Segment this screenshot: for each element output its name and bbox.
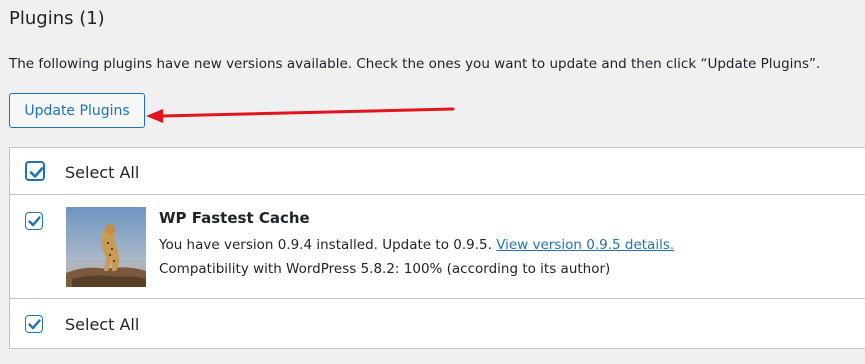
plugins-update-table: Select All WP Fastest Cache You have ver… <box>9 147 865 349</box>
checkmark-icon <box>28 319 41 330</box>
plugin-version-text: You have version 0.9.4 installed. Update… <box>159 237 497 253</box>
update-description: The following plugins have new versions … <box>9 56 821 72</box>
plugin-checkbox[interactable] <box>25 212 43 230</box>
update-plugins-button[interactable]: Update Plugins <box>9 93 145 128</box>
plugin-name: WP Fastest Cache <box>159 209 310 227</box>
plugin-version-info: You have version 0.9.4 installed. Update… <box>159 237 674 253</box>
plugin-row: WP Fastest Cache You have version 0.9.4 … <box>10 195 865 299</box>
cheetah-image <box>66 207 146 287</box>
view-details-link[interactable]: View version 0.9.5 details. <box>496 237 674 253</box>
page-title: Plugins (1) <box>9 8 105 29</box>
plugin-compatibility: Compatibility with WordPress 5.8.2: 100%… <box>159 261 611 277</box>
select-all-label-footer[interactable]: Select All <box>65 315 139 334</box>
select-all-header-row: Select All <box>10 148 865 195</box>
select-all-label-header[interactable]: Select All <box>65 163 139 182</box>
select-all-checkbox-header[interactable] <box>25 161 45 181</box>
select-all-footer-row: Select All <box>10 299 865 349</box>
select-all-checkbox-footer[interactable] <box>25 315 43 333</box>
checkmark-icon <box>29 167 44 178</box>
checkmark-icon <box>28 216 41 227</box>
plugin-thumbnail <box>66 207 146 287</box>
